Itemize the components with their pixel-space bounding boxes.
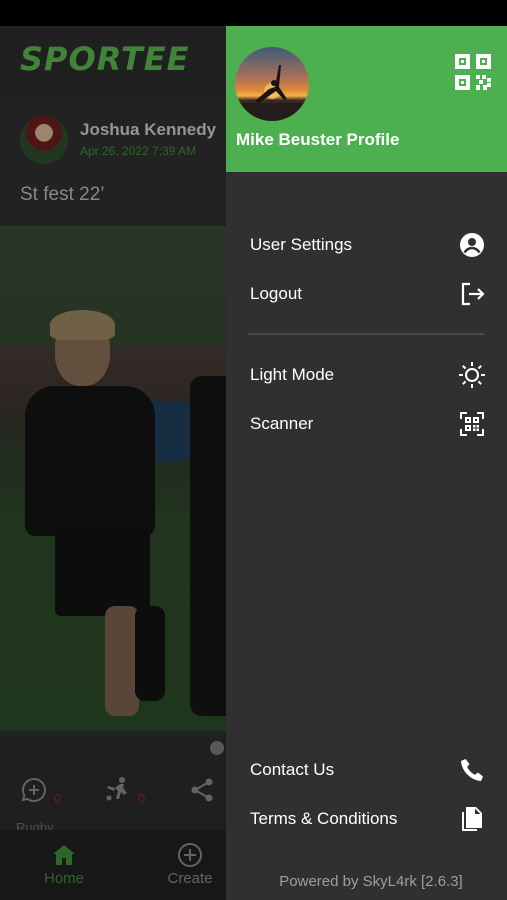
menu-contact-us[interactable]: Contact Us [250,750,486,790]
menu-light-mode[interactable]: Light Mode [250,355,486,395]
menu-divider [248,333,484,335]
menu-light-mode-label: Light Mode [250,365,335,384]
navigation-drawer: Mike Beuster Profile User Settings Logou… [226,26,507,900]
qr-scanner-icon [460,412,484,436]
menu-scanner-label: Scanner [250,414,314,433]
menu-user-settings-label: User Settings [250,235,353,254]
menu-terms-conditions[interactable]: Terms & Conditions [250,799,486,839]
profile-avatar[interactable] [235,47,309,121]
phone-icon [461,759,483,781]
sun-icon [459,362,485,388]
powered-by-footer: Powered by SkyL4rk [2.6.3] [279,873,463,890]
menu-contact-us-label: Contact Us [250,760,335,779]
logout-icon [461,282,485,306]
qr-code-icon [455,54,491,90]
yoga-silhouette-image [235,65,309,121]
account-circle-icon [460,233,484,257]
qr-code-button[interactable] [453,52,493,92]
drawer-header: Mike Beuster Profile [226,26,507,172]
status-bar [0,0,507,26]
menu-logout-label: Logout [250,284,302,303]
menu-scanner[interactable]: Scanner [250,404,486,444]
profile-name[interactable]: Mike Beuster Profile [236,130,399,150]
menu-logout[interactable]: Logout [250,274,486,314]
documents-icon [462,807,482,831]
menu-user-settings[interactable]: User Settings [250,225,486,265]
menu-terms-label: Terms & Conditions [250,809,398,828]
